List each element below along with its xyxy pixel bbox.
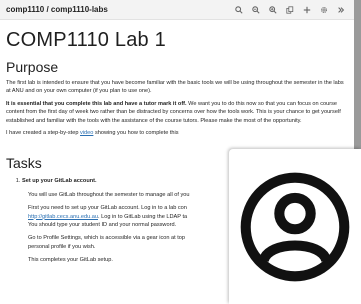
task-p3: Go to Profile Settings, which is accessi… bbox=[28, 235, 186, 242]
user-avatar-icon bbox=[240, 172, 350, 281]
copy-icon[interactable] bbox=[283, 3, 297, 17]
toolbar bbox=[232, 3, 348, 17]
task-p3-line2: personal profile if you wish. bbox=[28, 243, 96, 250]
forward-icon[interactable] bbox=[334, 3, 348, 17]
task-p2-line2: You should type your student ID and your… bbox=[28, 222, 177, 229]
top-bar: comp1110 / comp1110-labs bbox=[0, 0, 354, 20]
gitlab-link[interactable]: http://gitlab.cecs.anu.edu.au bbox=[28, 214, 98, 220]
purpose-paragraph-3: I have created a step-by-step video show… bbox=[6, 129, 348, 137]
avatar-overlay[interactable] bbox=[229, 149, 361, 304]
search-icon[interactable] bbox=[232, 3, 246, 17]
purpose-p3-pre: I have created a step-by-step bbox=[6, 130, 81, 137]
zoom-out-icon[interactable] bbox=[249, 3, 263, 17]
purpose-paragraph-1: The first lab is intended to ensure that… bbox=[6, 80, 344, 95]
task-p2-post: . Log in to GitLab using the LDAP ta bbox=[97, 213, 188, 220]
zoom-in-icon[interactable] bbox=[266, 3, 280, 17]
video-link[interactable]: video bbox=[80, 130, 93, 136]
purpose-p3-post: showing you how to complete this bbox=[93, 130, 179, 137]
purpose-paragraph-2: It is essential that you complete this l… bbox=[6, 100, 348, 125]
breadcrumb[interactable]: comp1110 / comp1110-labs bbox=[6, 5, 108, 14]
purpose-heading: Purpose bbox=[6, 59, 59, 75]
task-title: Set up your GitLab account. bbox=[22, 178, 97, 185]
purpose-emphasis: It is essential that you complete this l… bbox=[6, 100, 187, 107]
add-icon[interactable] bbox=[300, 3, 314, 17]
settings-icon[interactable] bbox=[317, 3, 331, 17]
task-p2-pre: First you need to set up your GitLab acc… bbox=[28, 205, 187, 212]
page-title: COMP1110 Lab 1 bbox=[6, 29, 166, 51]
